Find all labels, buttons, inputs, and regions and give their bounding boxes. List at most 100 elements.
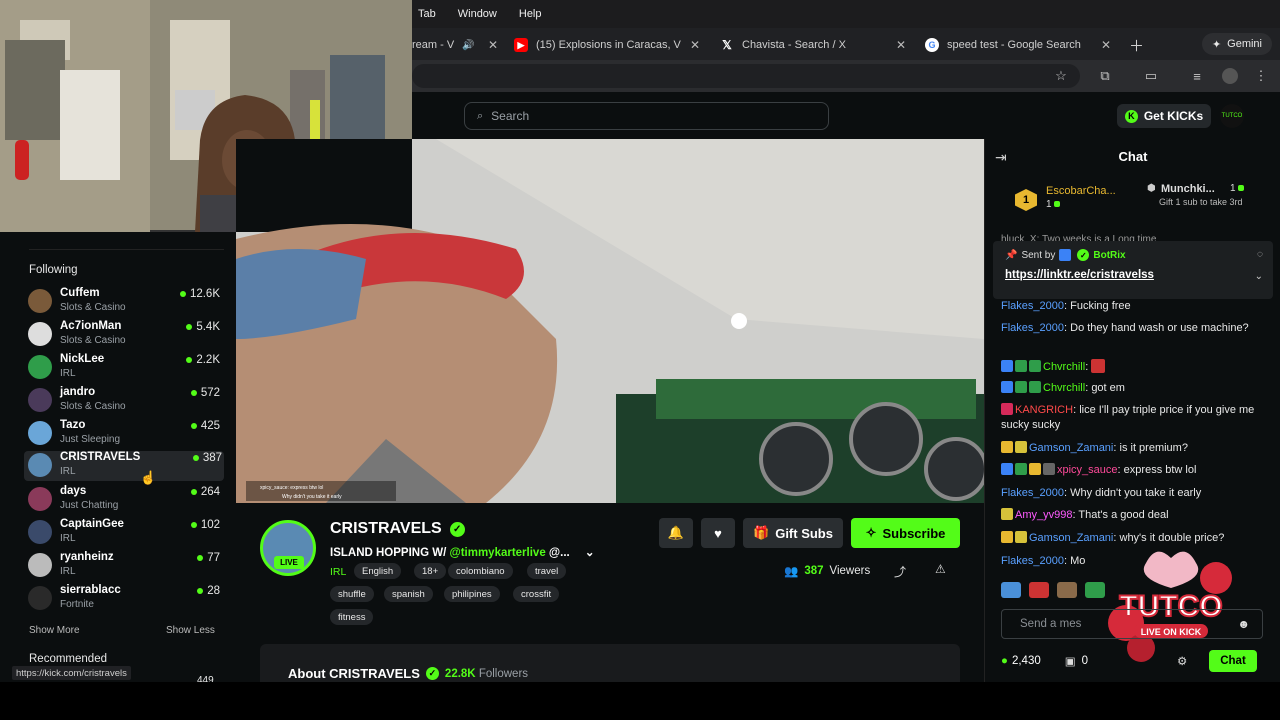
tag-travel[interactable]: travel (527, 563, 567, 579)
sidebar-channel-jandro[interactable]: jandro Slots & Casino 572 (28, 386, 222, 418)
menu-tab[interactable]: Tab (418, 8, 436, 20)
gift-box-icon[interactable]: ▣ (1065, 654, 1076, 668)
title-mention[interactable]: @timmykarterlive (449, 547, 545, 559)
sidebar-channel-cuffem[interactable]: Cuffem Slots & Casino 12.6K (28, 287, 222, 319)
tag-shuffle[interactable]: shuffle (330, 586, 374, 602)
channel-name: CRISTRAVELS (60, 451, 141, 463)
menu-help[interactable]: Help (519, 8, 542, 20)
sidebar-channel-sierrablacc[interactable]: sierrablacc Fortnite 28 (28, 584, 222, 616)
menu-window[interactable]: Window (458, 8, 497, 20)
title-prefix: ISLAND HOPPING W/ (330, 547, 450, 559)
close-icon[interactable]: ✕ (1101, 38, 1111, 52)
show-more-button[interactable]: Show More (29, 625, 80, 636)
chevron-down-icon[interactable]: ⌄ (1255, 271, 1263, 282)
chat-username[interactable]: Flakes_2000 (1001, 487, 1064, 499)
avatar (28, 453, 52, 477)
more-menu-icon[interactable]: ⋮ (1253, 68, 1269, 84)
emote-icon[interactable] (1001, 582, 1021, 598)
chat-text: is it premium? (1119, 442, 1188, 454)
extensions-icon[interactable]: ⧉ (1097, 68, 1113, 84)
sidebar-channel-captaingee[interactable]: CaptainGee IRL 102 (28, 518, 222, 550)
live-badge: LIVE (274, 556, 304, 569)
sent-by-label: Sent by (1021, 249, 1056, 261)
emote-icon[interactable] (1029, 582, 1049, 598)
send-chat-button[interactable]: Chat (1209, 650, 1257, 672)
live-dot-icon (190, 489, 197, 495)
tab-youtube[interactable]: ▶ (15) Explosions in Caracas, V ✕ (514, 32, 700, 58)
chat-username[interactable]: Flakes_2000 (1001, 322, 1064, 334)
bookmark-star-icon[interactable]: ☆ (1053, 68, 1069, 84)
address-bar[interactable] (412, 64, 1080, 88)
video-player[interactable]: xpicy_sauce: express btw lol Why didn't … (236, 139, 984, 503)
follow-heart-button[interactable]: ♥ (701, 518, 735, 548)
pinned-link[interactable]: https://linktr.ee/cristravelss (1005, 269, 1154, 281)
channel-name[interactable]: CRISTRAVELS ✓ (330, 520, 465, 538)
tab-stream[interactable]: ream - V 🔊 ✕ (412, 32, 498, 58)
chat-text: why's it double price? (1119, 532, 1225, 544)
chat-username[interactable]: Amy_yv998 (1015, 509, 1072, 521)
new-tab-button[interactable]: ＋ (1129, 32, 1145, 58)
chat-username[interactable]: Chvrchill (1043, 382, 1085, 394)
subscribe-button[interactable]: ✧ Subscribe (851, 518, 960, 548)
tag-philipines[interactable]: philipines (444, 586, 500, 602)
gift-subs-button[interactable]: 🎁 Gift Subs (743, 518, 843, 548)
sidebar-channel-tazo[interactable]: Tazo Just Sleeping 425 (28, 419, 222, 451)
sidebar-channel-days[interactable]: days Just Chatting 264 (28, 485, 222, 517)
sidebar-divider (29, 249, 224, 250)
second-name[interactable]: Munchki... (1161, 183, 1215, 195)
tag-english[interactable]: English (354, 563, 402, 579)
chat-badge-icon (1001, 463, 1013, 475)
bot-name[interactable]: BotRix (1093, 250, 1125, 261)
settings-gear-icon[interactable]: ⚙ (1177, 654, 1187, 668)
tag-colombiano[interactable]: colombiano (448, 563, 513, 579)
tag-fitness[interactable]: fitness (330, 609, 374, 625)
tag-18plus[interactable]: 18+ (414, 563, 447, 579)
hide-eye-icon[interactable]: ◌ (1257, 249, 1263, 260)
get-kicks-label: Get KICKs (1143, 109, 1204, 123)
emote-icon[interactable] (1057, 582, 1077, 598)
leader-name[interactable]: EscobarCha... (1046, 185, 1116, 197)
tag-crossfit[interactable]: crossfit (513, 586, 560, 602)
chat-username[interactable]: Gamson_Zamani (1029, 532, 1113, 544)
profile-avatar[interactable] (1222, 68, 1238, 84)
chevron-down-icon[interactable]: ⌄ (585, 547, 595, 559)
emoji-icon[interactable]: ☻ (1237, 617, 1250, 631)
show-less-button[interactable]: Show Less (166, 625, 215, 636)
cast-icon[interactable]: ▭ (1143, 68, 1159, 84)
media-icon[interactable]: ≡ (1189, 68, 1205, 84)
sidebar-channel-ryanheinz[interactable]: ryanheinz IRL 77 (28, 551, 222, 583)
channel-name: NickLee (60, 353, 105, 365)
close-icon[interactable]: ✕ (896, 38, 906, 52)
chat-username[interactable]: KANGRICH (1015, 404, 1073, 416)
kicks-icon: ● (1001, 655, 1008, 667)
tab-x[interactable]: 𝕏 Chavista - Search / X ✕ (720, 32, 906, 58)
sidebar-channel-nicklee[interactable]: NickLee IRL 2.2K (28, 353, 222, 385)
sidebar-channel-ac7ionman[interactable]: Ac7ionMan Slots & Casino 5.4K (28, 320, 222, 352)
speaker-icon[interactable]: 🔊 (462, 40, 474, 51)
tab-google[interactable]: G speed test - Google Search ✕ (925, 32, 1111, 58)
tag-spanish[interactable]: spanish (384, 586, 433, 602)
chat-username[interactable]: Flakes_2000 (1001, 300, 1064, 312)
subscribe-label: Subscribe (882, 525, 946, 541)
gemini-button[interactable]: ✦ Gemini (1201, 33, 1272, 55)
channel-category: IRL (60, 566, 76, 577)
chat-username[interactable]: Chvrchill (1043, 361, 1085, 373)
share-icon[interactable]: ⤴ (894, 563, 906, 580)
chat-username[interactable]: xpicy_sauce (1057, 464, 1118, 476)
get-kicks-button[interactable]: K Get KICKs (1117, 104, 1211, 128)
status-bar-url: https://kick.com/cristravels (12, 666, 131, 680)
close-icon[interactable]: ✕ (488, 38, 498, 52)
chat-username[interactable]: Gamson_Zamani (1029, 442, 1113, 454)
chat-message: Chvrchill: got em (1001, 381, 1271, 396)
sidebar-channel-cristravels[interactable]: CRISTRAVELS IRL 387 (24, 451, 224, 481)
channel-name: sierrablacc (60, 584, 121, 596)
user-avatar[interactable]: TUTCO (1220, 104, 1244, 128)
collapse-chat-icon[interactable]: ⇥ (995, 149, 1007, 166)
close-icon[interactable]: ✕ (690, 38, 700, 52)
report-warning-icon[interactable]: ⚠ (935, 562, 946, 576)
notification-bell-button[interactable]: 🔔 (659, 518, 693, 548)
search-input[interactable]: ⌕ Search (464, 102, 829, 130)
chat-username[interactable]: Flakes_2000 (1001, 555, 1064, 567)
stream-category[interactable]: IRL (330, 566, 346, 578)
chat-input[interactable]: Send a mes ☻ (1001, 609, 1263, 639)
